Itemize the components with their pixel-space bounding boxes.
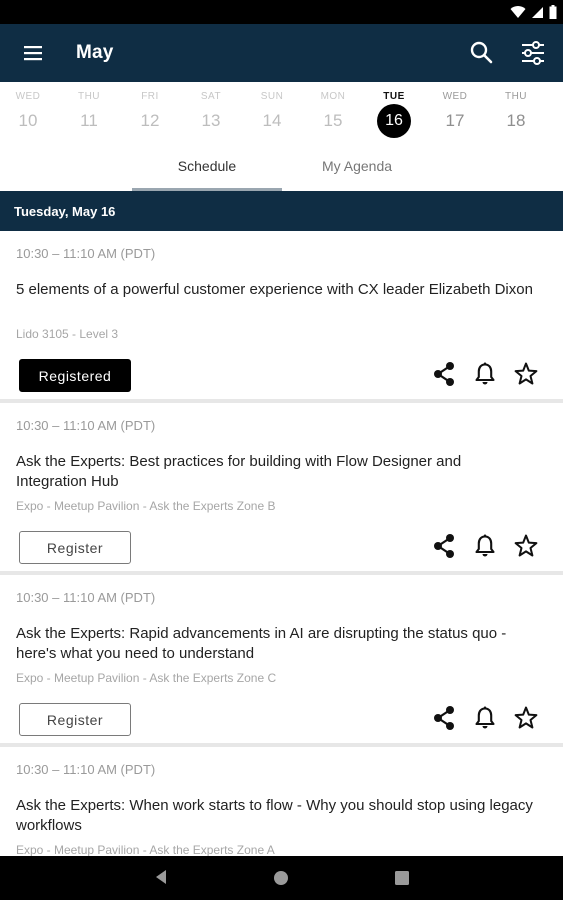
search-icon[interactable]	[469, 40, 495, 71]
home-circle-icon[interactable]	[273, 870, 289, 891]
back-triangle-icon[interactable]	[154, 868, 168, 891]
date-weekday: SAT	[200, 91, 222, 102]
date-weekday: TUE	[383, 91, 405, 102]
status-bar	[0, 0, 563, 24]
date-weekday: THU	[77, 91, 101, 102]
session-time: 10:30 – 11:10 AM (PDT)	[16, 418, 156, 433]
session-card[interactable]: 10:30 – 11:10 AM (PDT) Ask the Experts: W…	[0, 747, 563, 856]
register-button[interactable]: Register	[19, 531, 131, 564]
bell-icon[interactable]	[472, 705, 502, 735]
battery-icon	[549, 5, 557, 19]
session-card[interactable]: 10:30 – 11:10 AM (PDT) 5 elements of a po…	[0, 231, 563, 399]
date-weekday: SUN	[260, 91, 284, 102]
wifi-icon	[510, 6, 526, 19]
system-nav-bar	[0, 856, 563, 900]
registered-button[interactable]: Registered	[19, 359, 131, 392]
tab-schedule[interactable]: Schedule	[132, 158, 282, 174]
session-card[interactable]: 10:30 – 11:10 AM (PDT) Ask the Experts: B…	[0, 403, 563, 571]
date-12[interactable]: FRI 12	[125, 82, 175, 144]
star-icon[interactable]	[513, 533, 543, 563]
session-title[interactable]: 5 elements of a powerful customer experi…	[16, 280, 536, 300]
session-card[interactable]: 10:30 – 11:10 AM (PDT) Ask the Experts: R…	[0, 575, 563, 743]
date-number: 17	[445, 111, 465, 130]
star-icon[interactable]	[513, 705, 543, 735]
date-10[interactable]: WED 10	[3, 82, 53, 144]
page-title: May	[76, 42, 114, 63]
date-number: 16	[377, 104, 411, 138]
share-icon[interactable]	[431, 705, 461, 735]
session-location: Expo - Meetup Pavilion - Ask the Experts…	[16, 499, 276, 513]
date-weekday: WED	[15, 91, 41, 102]
share-icon[interactable]	[431, 361, 461, 391]
date-strip: WED 10 THU 11 FRI 12 SAT 13 SUN 14 MON 15 TUE 16 WED 17…	[0, 82, 563, 144]
filter-sliders-icon[interactable]	[520, 40, 546, 71]
session-location: Expo - Meetup Pavilion - Ask the Experts…	[16, 843, 275, 856]
session-title[interactable]: Ask the Experts: When work starts to flo…	[16, 796, 536, 836]
date-14[interactable]: SUN 14	[247, 82, 297, 144]
date-13[interactable]: SAT 13	[186, 82, 236, 144]
tab-my-agenda[interactable]: My Agenda	[282, 158, 432, 174]
session-location: Lido 3105 - Level 3	[16, 327, 119, 341]
date-number: 12	[140, 111, 160, 130]
date-18[interactable]: THU 18	[491, 82, 541, 144]
app-bar: May	[0, 24, 563, 82]
date-number: 14	[262, 111, 282, 130]
date-number: 18	[506, 111, 526, 130]
session-time: 10:30 – 11:10 AM (PDT)	[16, 590, 156, 605]
date-weekday: THU	[504, 91, 528, 102]
date-15[interactable]: MON 15	[308, 82, 358, 144]
cell-signal-icon	[532, 6, 543, 18]
session-title[interactable]: Ask the Experts: Rapid advancements in A…	[16, 624, 536, 664]
date-17[interactable]: WED 17	[430, 82, 480, 144]
session-title[interactable]: Ask the Experts: Best practices for buil…	[16, 452, 536, 492]
session-list[interactable]: 10:30 – 11:10 AM (PDT) 5 elements of a po…	[0, 231, 563, 856]
session-time: 10:30 – 11:10 AM (PDT)	[16, 246, 156, 261]
session-time: 10:30 – 11:10 AM (PDT)	[16, 762, 156, 777]
star-icon[interactable]	[513, 361, 543, 391]
date-weekday: MON	[320, 91, 346, 102]
date-number: 11	[80, 111, 98, 130]
date-weekday: FRI	[141, 91, 159, 102]
menu-icon[interactable]	[22, 43, 46, 63]
tab-bar: Schedule My Agenda	[0, 144, 563, 192]
bell-icon[interactable]	[472, 533, 502, 563]
date-number: 15	[323, 111, 343, 130]
session-location: Expo - Meetup Pavilion - Ask the Experts…	[16, 671, 277, 685]
share-icon[interactable]	[431, 533, 461, 563]
date-number: 10	[18, 111, 38, 130]
date-16[interactable]: TUE 16	[369, 82, 419, 144]
recents-square-icon[interactable]	[394, 870, 410, 891]
bell-icon[interactable]	[472, 361, 502, 391]
date-number: 13	[201, 111, 221, 130]
day-header: Tuesday, May 16	[0, 191, 563, 231]
date-weekday: WED	[442, 91, 468, 102]
date-11[interactable]: THU 11	[64, 82, 114, 144]
register-button[interactable]: Register	[19, 703, 131, 736]
